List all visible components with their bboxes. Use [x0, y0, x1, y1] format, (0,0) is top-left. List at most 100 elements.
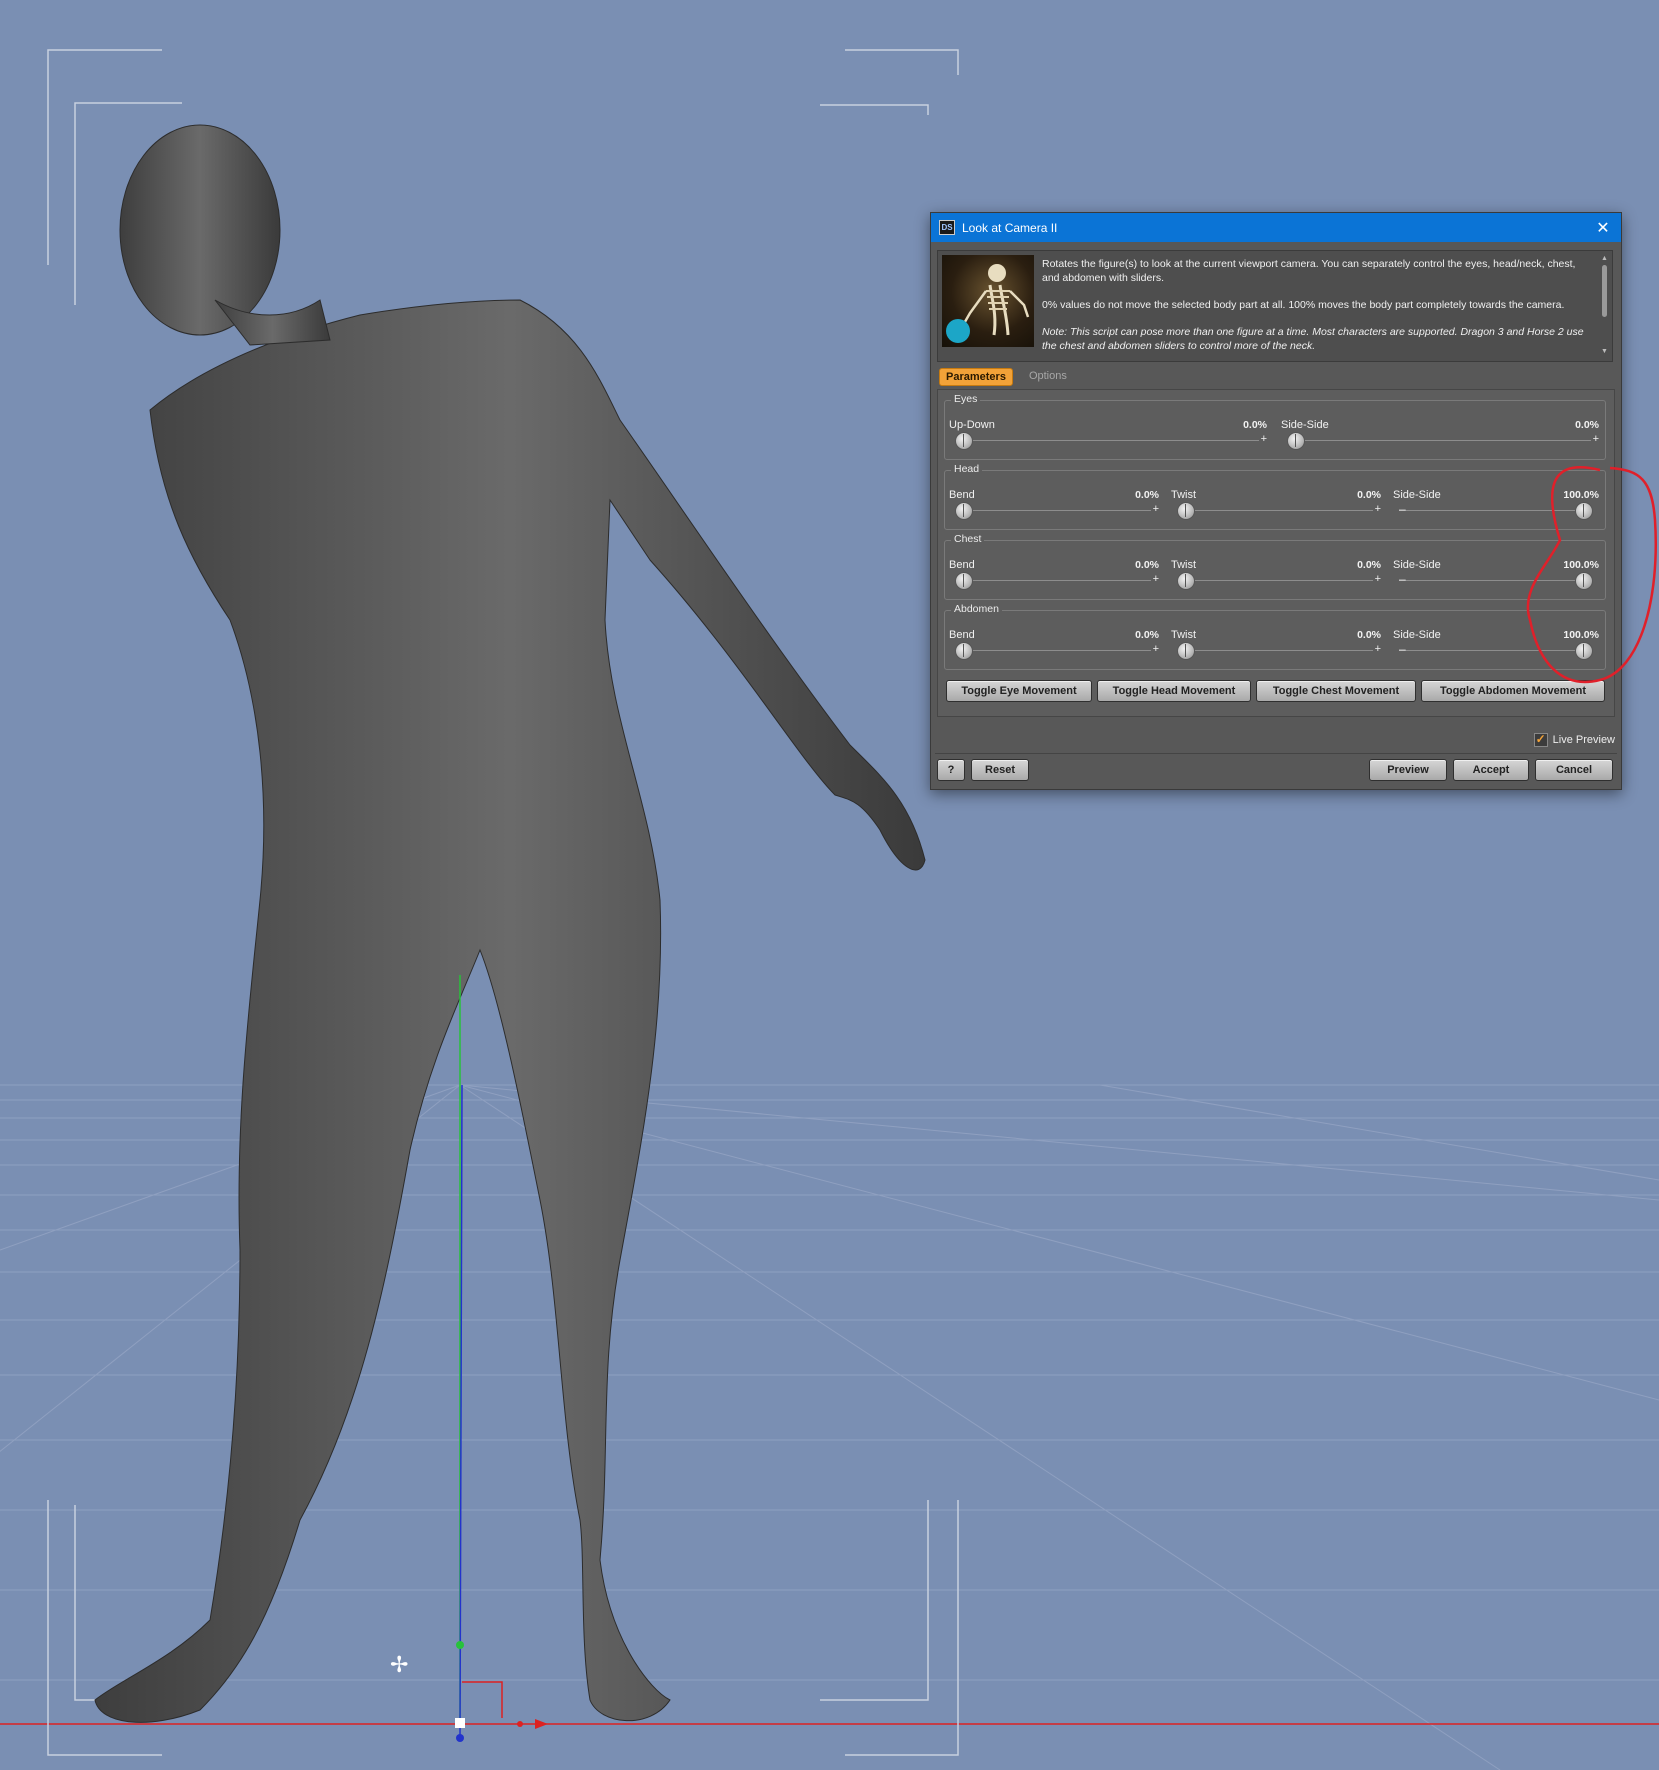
svg-text:✢: ✢ [390, 1653, 408, 1678]
slider-value[interactable]: 0.0% [1135, 559, 1159, 571]
slider-chest-bend[interactable]: Bend 0.0% + [949, 553, 1159, 593]
group-head: Head Bend 0.0% + Twist 0.0% + Side-Side … [944, 463, 1606, 530]
live-preview-option[interactable]: ✓ Live Preview [1533, 733, 1615, 747]
minus-icon[interactable]: – [1399, 642, 1406, 656]
slider-track[interactable] [955, 650, 1151, 651]
tab-options[interactable]: Options [1023, 368, 1073, 386]
slider-label: Up-Down [949, 419, 995, 431]
cancel-button[interactable]: Cancel [1535, 759, 1613, 781]
minus-icon[interactable]: – [1399, 572, 1406, 586]
slider-track[interactable] [1177, 650, 1373, 651]
slider-label: Side-Side [1393, 489, 1441, 501]
accept-button[interactable]: Accept [1453, 759, 1529, 781]
dialog-titlebar[interactable]: DS Look at Camera II ✕ [931, 213, 1621, 242]
scroll-up-icon[interactable]: ▲ [1600, 255, 1609, 262]
slider-knob[interactable] [1575, 502, 1593, 520]
slider-value[interactable]: 0.0% [1357, 559, 1381, 571]
plus-icon[interactable]: + [1153, 643, 1159, 655]
slider-knob[interactable] [955, 572, 973, 590]
parameters-panel: Eyes Up-Down 0.0% + Side-Side 0.0% + Hea… [937, 389, 1615, 717]
slider-knob[interactable] [955, 642, 973, 660]
slider-track[interactable] [1399, 580, 1591, 581]
slider-knob[interactable] [955, 432, 973, 450]
toggle-eye-movement-button[interactable]: Toggle Eye Movement [946, 680, 1092, 702]
slider-track[interactable] [955, 580, 1151, 581]
preview-button[interactable]: Preview [1369, 759, 1447, 781]
tab-parameters[interactable]: Parameters [939, 368, 1013, 386]
dialog-title: Look at Camera II [962, 220, 1058, 235]
slider-track[interactable] [955, 510, 1151, 511]
group-abdomen: Abdomen Bend 0.0% + Twist 0.0% + Side-Si… [944, 603, 1606, 670]
slider-chest-twist[interactable]: Twist 0.0% + [1171, 553, 1381, 593]
group-label: Eyes [951, 393, 981, 405]
slider-knob[interactable] [1287, 432, 1305, 450]
plus-icon[interactable]: + [1153, 573, 1159, 585]
slider-value[interactable]: 0.0% [1357, 489, 1381, 501]
slider-track[interactable] [955, 440, 1259, 441]
slider-value[interactable]: 0.0% [1357, 629, 1381, 641]
slider-knob[interactable] [1575, 572, 1593, 590]
plus-icon[interactable]: + [1593, 433, 1599, 445]
slider-eyes-up-down[interactable]: Up-Down 0.0% + [949, 413, 1267, 453]
slider-track[interactable] [1399, 650, 1591, 651]
help-icon: ? [947, 764, 955, 776]
help-button[interactable]: ? [937, 759, 965, 781]
slider-knob[interactable] [1177, 642, 1195, 660]
dialog-button-bar: ? Reset Preview Accept Cancel [937, 759, 1615, 783]
slider-value[interactable]: 0.0% [1575, 419, 1599, 431]
slider-knob[interactable] [1575, 642, 1593, 660]
live-preview-checkbox[interactable]: ✓ [1533, 733, 1548, 747]
minus-icon[interactable]: – [1399, 502, 1406, 516]
slider-abdomen-side-side[interactable]: Side-Side 100.0% – [1393, 623, 1599, 663]
slider-head-bend[interactable]: Bend 0.0% + [949, 483, 1159, 523]
description-line: Rotates the figure(s) to look at the cur… [1042, 258, 1576, 284]
reset-button[interactable]: Reset [971, 759, 1029, 781]
group-eyes: Eyes Up-Down 0.0% + Side-Side 0.0% + [944, 393, 1606, 460]
slider-abdomen-bend[interactable]: Bend 0.0% + [949, 623, 1159, 663]
group-label: Chest [951, 533, 985, 545]
skeleton-thumbnail [942, 255, 1034, 347]
slider-eyes-side-side[interactable]: Side-Side 0.0% + [1281, 413, 1599, 453]
toggle-head-movement-button[interactable]: Toggle Head Movement [1097, 680, 1251, 702]
slider-label: Bend [949, 629, 975, 641]
slider-abdomen-twist[interactable]: Twist 0.0% + [1171, 623, 1381, 663]
slider-value[interactable]: 100.0% [1563, 559, 1599, 571]
slider-value[interactable]: 0.0% [1135, 629, 1159, 641]
slider-knob[interactable] [1177, 572, 1195, 590]
slider-value[interactable]: 0.0% [1243, 419, 1267, 431]
live-preview-label: Live Preview [1552, 734, 1615, 746]
plus-icon[interactable]: + [1261, 433, 1267, 445]
plus-icon[interactable]: + [1375, 573, 1381, 585]
close-icon[interactable]: ✕ [1593, 218, 1613, 238]
scrollbar-thumb[interactable] [1602, 265, 1607, 317]
slider-track[interactable] [1177, 510, 1373, 511]
slider-head-side-side[interactable]: Side-Side 100.0% – [1393, 483, 1599, 523]
toggle-chest-movement-button[interactable]: Toggle Chest Movement [1256, 680, 1416, 702]
slider-label: Twist [1171, 629, 1197, 641]
description-scrollbar[interactable]: ▲ ▼ [1600, 255, 1609, 355]
slider-track[interactable] [1399, 510, 1591, 511]
scroll-down-icon[interactable]: ▼ [1600, 348, 1609, 355]
slider-track[interactable] [1177, 580, 1373, 581]
group-chest: Chest Bend 0.0% + Twist 0.0% + Side-Side… [944, 533, 1606, 600]
group-label: Abdomen [951, 603, 1002, 615]
look-at-camera-dialog: DS Look at Camera II ✕ Rotates the figur… [930, 212, 1622, 790]
slider-value[interactable]: 0.0% [1135, 489, 1159, 501]
slider-label: Side-Side [1393, 559, 1441, 571]
slider-value[interactable]: 100.0% [1563, 629, 1599, 641]
3d-figure [94, 124, 926, 1723]
slider-head-twist[interactable]: Twist 0.0% + [1171, 483, 1381, 523]
slider-chest-side-side[interactable]: Side-Side 100.0% – [1393, 553, 1599, 593]
slider-value[interactable]: 100.0% [1563, 489, 1599, 501]
slider-label: Bend [949, 559, 975, 571]
plus-icon[interactable]: + [1375, 643, 1381, 655]
plus-icon[interactable]: + [1153, 503, 1159, 515]
slider-knob[interactable] [1177, 502, 1195, 520]
toggle-abdomen-movement-button[interactable]: Toggle Abdomen Movement [1421, 680, 1605, 702]
plus-icon[interactable]: + [1375, 503, 1381, 515]
slider-label: Twist [1171, 489, 1197, 501]
dialog-tabs: Parameters Options [939, 368, 1073, 386]
slider-knob[interactable] [955, 502, 973, 520]
divider [935, 753, 1617, 754]
slider-track[interactable] [1287, 440, 1591, 441]
